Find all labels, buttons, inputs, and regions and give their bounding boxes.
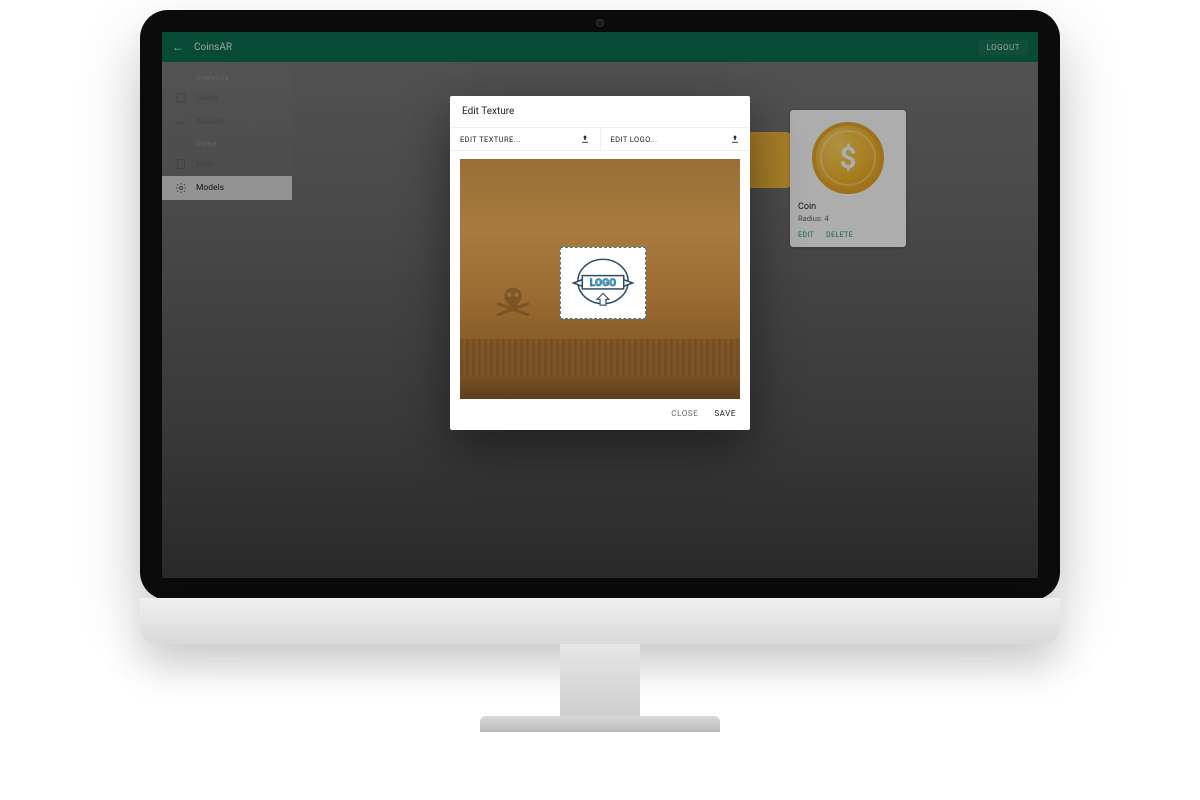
upload-icon [580,134,590,144]
skull-crossbones-icon [490,279,536,325]
texture-band-bottom [460,375,740,399]
monitor-stand-neck [560,644,640,724]
dialog-actions: CLOSE SAVE [450,399,750,430]
monitor-camera [596,19,604,27]
upload-icon [730,134,740,144]
texture-preview: LOGO [460,159,740,399]
edit-logo-label: EDIT LOGO... [611,135,658,144]
edit-texture-button[interactable]: EDIT TEXTURE... [450,128,601,150]
dialog-toolbar: EDIT TEXTURE... EDIT LOGO... [450,127,750,151]
dialog-title: Edit Texture [450,96,750,127]
monitor-chin [140,598,1060,644]
monitor-frame: ← CoinsAR LOGOUT Analytics Users Activit… [140,10,1060,600]
monitor-stand-base [480,716,720,732]
dialog-close-button[interactable]: CLOSE [671,409,698,418]
logo-text: LOGO [590,276,617,289]
edit-texture-dialog: Edit Texture EDIT TEXTURE... EDIT LOGO..… [450,96,750,430]
edit-logo-button[interactable]: EDIT LOGO... [601,128,751,150]
dialog-save-button[interactable]: SAVE [714,409,736,418]
app-screen: ← CoinsAR LOGOUT Analytics Users Activit… [162,32,1038,578]
edit-texture-label: EDIT TEXTURE... [460,135,521,144]
texture-band [460,339,740,375]
logo-placeholder[interactable]: LOGO [560,247,646,319]
